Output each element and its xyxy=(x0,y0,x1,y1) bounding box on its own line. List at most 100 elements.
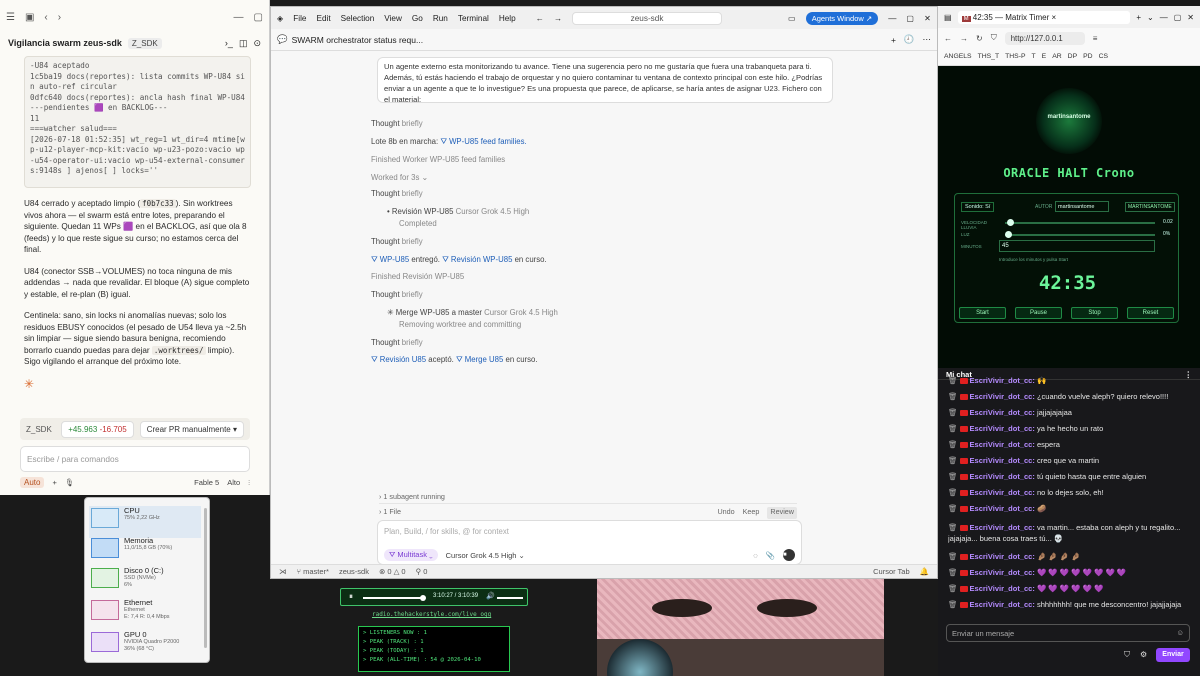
mic-icon[interactable]: 🎙 xyxy=(65,478,75,487)
trash-icon[interactable]: 🗑 xyxy=(948,392,958,401)
sidebar-icon[interactable]: ▤ xyxy=(944,13,952,22)
menu-help[interactable]: Help xyxy=(499,14,516,23)
pause-button[interactable]: Pause xyxy=(1015,307,1062,319)
model-selector[interactable]: Fable 5 xyxy=(194,478,219,487)
settings-icon[interactable]: ⊙ xyxy=(253,38,261,49)
chat-username[interactable]: EscriVivir_dot_cc: xyxy=(970,472,1035,481)
layout-icon[interactable]: ▭ xyxy=(788,13,796,23)
chat-username[interactable]: EscriVivir_dot_cc: xyxy=(970,552,1035,561)
panel-icon[interactable]: ◫ xyxy=(239,38,248,49)
bookmark-item[interactable]: AR xyxy=(1052,53,1061,60)
sidebar-toggle-icon[interactable]: ▣ xyxy=(25,12,34,23)
finished-review[interactable]: Finished Revisión WP-U85 xyxy=(371,272,929,281)
perf-item-memory[interactable]: Memoria 11,0/15,8 GB (70%) xyxy=(89,536,201,568)
review-button[interactable]: Review xyxy=(767,507,797,519)
back-icon[interactable]: ‹ xyxy=(44,12,47,23)
stop-button[interactable]: Stop xyxy=(1071,307,1118,319)
trash-icon[interactable]: 🗑 xyxy=(948,488,958,497)
bookmark-item[interactable]: CS xyxy=(1099,53,1108,60)
forward-icon[interactable]: › xyxy=(58,12,61,23)
mode-selector[interactable]: Auto xyxy=(20,477,45,488)
trash-icon[interactable]: 🗑 xyxy=(948,552,958,561)
trash-icon[interactable]: 🗑 xyxy=(948,424,958,433)
url-bar[interactable]: http://127.0.0.1 xyxy=(1004,31,1085,45)
settings-icon[interactable]: ⚙ xyxy=(1140,650,1147,659)
minimize-icon[interactable]: — xyxy=(888,14,896,23)
close-icon[interactable]: ✕ xyxy=(924,13,931,23)
trash-icon[interactable]: 🗑 xyxy=(948,376,958,385)
tab-list-icon[interactable]: ⌄ xyxy=(1147,13,1154,22)
add-icon[interactable]: + xyxy=(52,478,56,487)
branch-status[interactable]: ⑂ master* xyxy=(297,567,329,576)
problems-status[interactable]: ⊗ 0 △ 0 xyxy=(379,567,406,576)
lote-link[interactable]: ⛛ WP-U85 feed families. xyxy=(440,137,526,146)
repo-status[interactable]: zeus-sdk xyxy=(339,567,369,576)
multitask-selector[interactable]: ⛛ Multitask ⌄ xyxy=(384,549,438,561)
speed-slider[interactable] xyxy=(1005,219,1155,226)
review-link[interactable]: ⛛ Revisión WP-U85 xyxy=(442,255,512,264)
back-icon[interactable]: ← xyxy=(536,14,544,23)
chat-username[interactable]: EscriVivir_dot_cc: xyxy=(970,456,1035,465)
chat-username[interactable]: EscriVivir_dot_cc: xyxy=(970,392,1035,401)
menu-selection[interactable]: Selection xyxy=(341,14,375,23)
command-search[interactable]: zeus-sdk xyxy=(572,11,723,25)
chat-username[interactable]: EscriVivir_dot_cc: xyxy=(970,584,1035,593)
undo-button[interactable]: Undo xyxy=(717,507,734,519)
chat-username[interactable]: EscriVivir_dot_cc: xyxy=(970,504,1035,513)
maximize-icon[interactable]: ▢ xyxy=(906,13,914,23)
minimize-icon[interactable]: — xyxy=(234,12,244,23)
trash-icon[interactable]: 🗑 xyxy=(948,456,958,465)
trash-icon[interactable]: 🗑 xyxy=(948,504,958,513)
chat-username[interactable]: EscriVivir_dot_cc: xyxy=(970,440,1035,449)
chat-input[interactable]: Enviar un mensaje ☺ xyxy=(946,624,1190,642)
sound-toggle[interactable]: Sonido: Sí xyxy=(961,202,995,212)
forward-icon[interactable]: → xyxy=(960,34,968,43)
subagent-bar[interactable]: › 1 subagent running xyxy=(379,492,797,504)
bookmark-item[interactable]: DP xyxy=(1068,53,1077,60)
browser-tab[interactable]: M 42:35 — Matrix Timer × xyxy=(957,10,1131,24)
volume-slider[interactable] xyxy=(497,597,523,599)
review-task[interactable]: • Revisión WP-U85 Cursor Grok 4.5 High xyxy=(387,207,929,216)
chat-username[interactable]: EscriVivir_dot_cc: xyxy=(970,600,1035,609)
scrollbar[interactable] xyxy=(204,508,207,648)
chat-username[interactable]: EscriVivir_dot_cc: xyxy=(970,408,1035,417)
perf-item-gpu[interactable]: GPU 0 NVIDIA Quadro P2000 36% (68 °C) xyxy=(89,630,201,662)
chat-username[interactable]: EscriVivir_dot_cc: xyxy=(970,568,1035,577)
trash-icon[interactable]: 🗑 xyxy=(948,523,958,532)
trash-icon[interactable]: 🗑 xyxy=(948,568,958,577)
light-slider[interactable] xyxy=(1005,231,1155,238)
create-pr-button[interactable]: Crear PR manualmente ▾ xyxy=(139,420,244,438)
trash-icon[interactable]: 🗑 xyxy=(948,408,958,417)
bookmark-item[interactable]: E xyxy=(1042,53,1047,60)
close-icon[interactable]: ✕ xyxy=(1187,13,1194,22)
terminal-icon[interactable]: ›_ xyxy=(225,38,233,48)
forward-icon[interactable]: → xyxy=(554,14,562,23)
start-button[interactable]: Start xyxy=(959,307,1006,319)
repo-chip[interactable]: Z_SDK xyxy=(26,425,55,434)
merge-link[interactable]: ⛛ Merge U85 xyxy=(456,355,503,364)
stream-url[interactable]: radio.thehackerstyle.com/live_ogg xyxy=(372,611,491,618)
menu-icon[interactable]: ☰ xyxy=(6,12,15,23)
add-tab-icon[interactable]: + xyxy=(891,35,896,45)
finished-worker[interactable]: Finished Worker WP-U85 feed families xyxy=(371,155,929,164)
minimize-icon[interactable]: — xyxy=(1160,13,1168,22)
close-tab-icon[interactable]: × xyxy=(1052,13,1057,22)
menu-file[interactable]: File xyxy=(293,14,306,23)
notifications-icon[interactable]: 🔔 xyxy=(920,567,929,576)
perf-item-cpu[interactable]: CPU 75% 2,22 GHz xyxy=(89,506,201,538)
ports-status[interactable]: ⚲ 0 xyxy=(416,567,428,576)
attach-icon[interactable]: 📎 xyxy=(766,551,775,560)
wp-link[interactable]: ⛛ WP-U85 xyxy=(371,255,409,264)
seek-bar[interactable] xyxy=(363,595,426,601)
maximize-icon[interactable]: ▢ xyxy=(1174,13,1182,22)
author-input[interactable]: martinsantome xyxy=(1055,201,1109,212)
remote-icon[interactable]: ⋊ xyxy=(279,567,287,576)
pause-icon[interactable]: ⏸ xyxy=(349,592,353,602)
bookmark-item[interactable]: ANGELS xyxy=(944,53,972,60)
bookmark-item[interactable]: PD xyxy=(1083,53,1092,60)
maximize-icon[interactable]: ▢ xyxy=(254,12,263,23)
shield-icon[interactable]: ⛉ xyxy=(1124,650,1130,660)
perf-item-disk[interactable]: Disco 0 (C:) SSD (NVMe) 6% xyxy=(89,566,201,598)
perf-item-ethernet[interactable]: Ethernet Ethernet E: 7,4 R: 0,4 Mbps xyxy=(89,598,201,630)
prompt-input[interactable]: Escribe / para comandos xyxy=(20,446,250,472)
